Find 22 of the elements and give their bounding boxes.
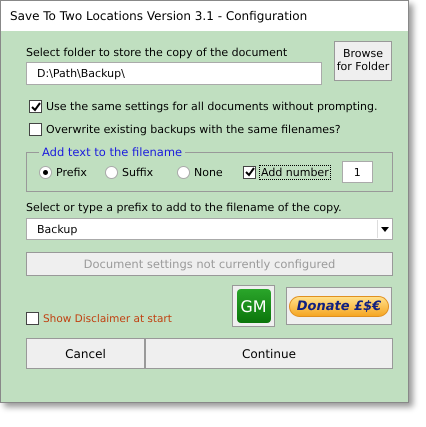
folder-label: Select folder to store the copy of the document [26,46,288,59]
check-icon [30,102,40,112]
number-field[interactable]: 1 [342,161,373,183]
group-title: Add text to the filename [41,145,184,159]
cancel-button[interactable]: Cancel [26,338,145,369]
continue-button[interactable]: Continue [145,338,393,369]
add-number-checkbox[interactable]: Add number [243,166,330,178]
radio-option[interactable]: Suffix [105,166,177,178]
radio-option[interactable]: Prefix [39,166,105,178]
option-checkbox[interactable]: Overwrite existing backups with the same filenames? [29,118,392,141]
dropdown-arrow-icon [381,226,389,232]
radio-option[interactable]: None [177,166,243,178]
prefix-label: Select or type a prefix to add to the filename of the copy. [26,201,343,214]
check-icon [244,167,254,177]
donate-button[interactable]: Donate £$€ [286,287,392,325]
disclaimer-checkbox[interactable]: Show Disclaimer at start [26,312,172,325]
browse-button[interactable]: Browse for Folder [334,41,392,81]
window-title: Save To Two Locations Version 3.1 - Configuration [10,9,308,23]
option-checkbox[interactable]: Use the same settings for all documents without prompting. [29,95,392,118]
gm-button[interactable]: GM [232,285,275,327]
prefix-dropdown[interactable]: Backup [26,218,393,240]
folder-path-field[interactable]: D:\Path\Backup\ [26,62,322,85]
